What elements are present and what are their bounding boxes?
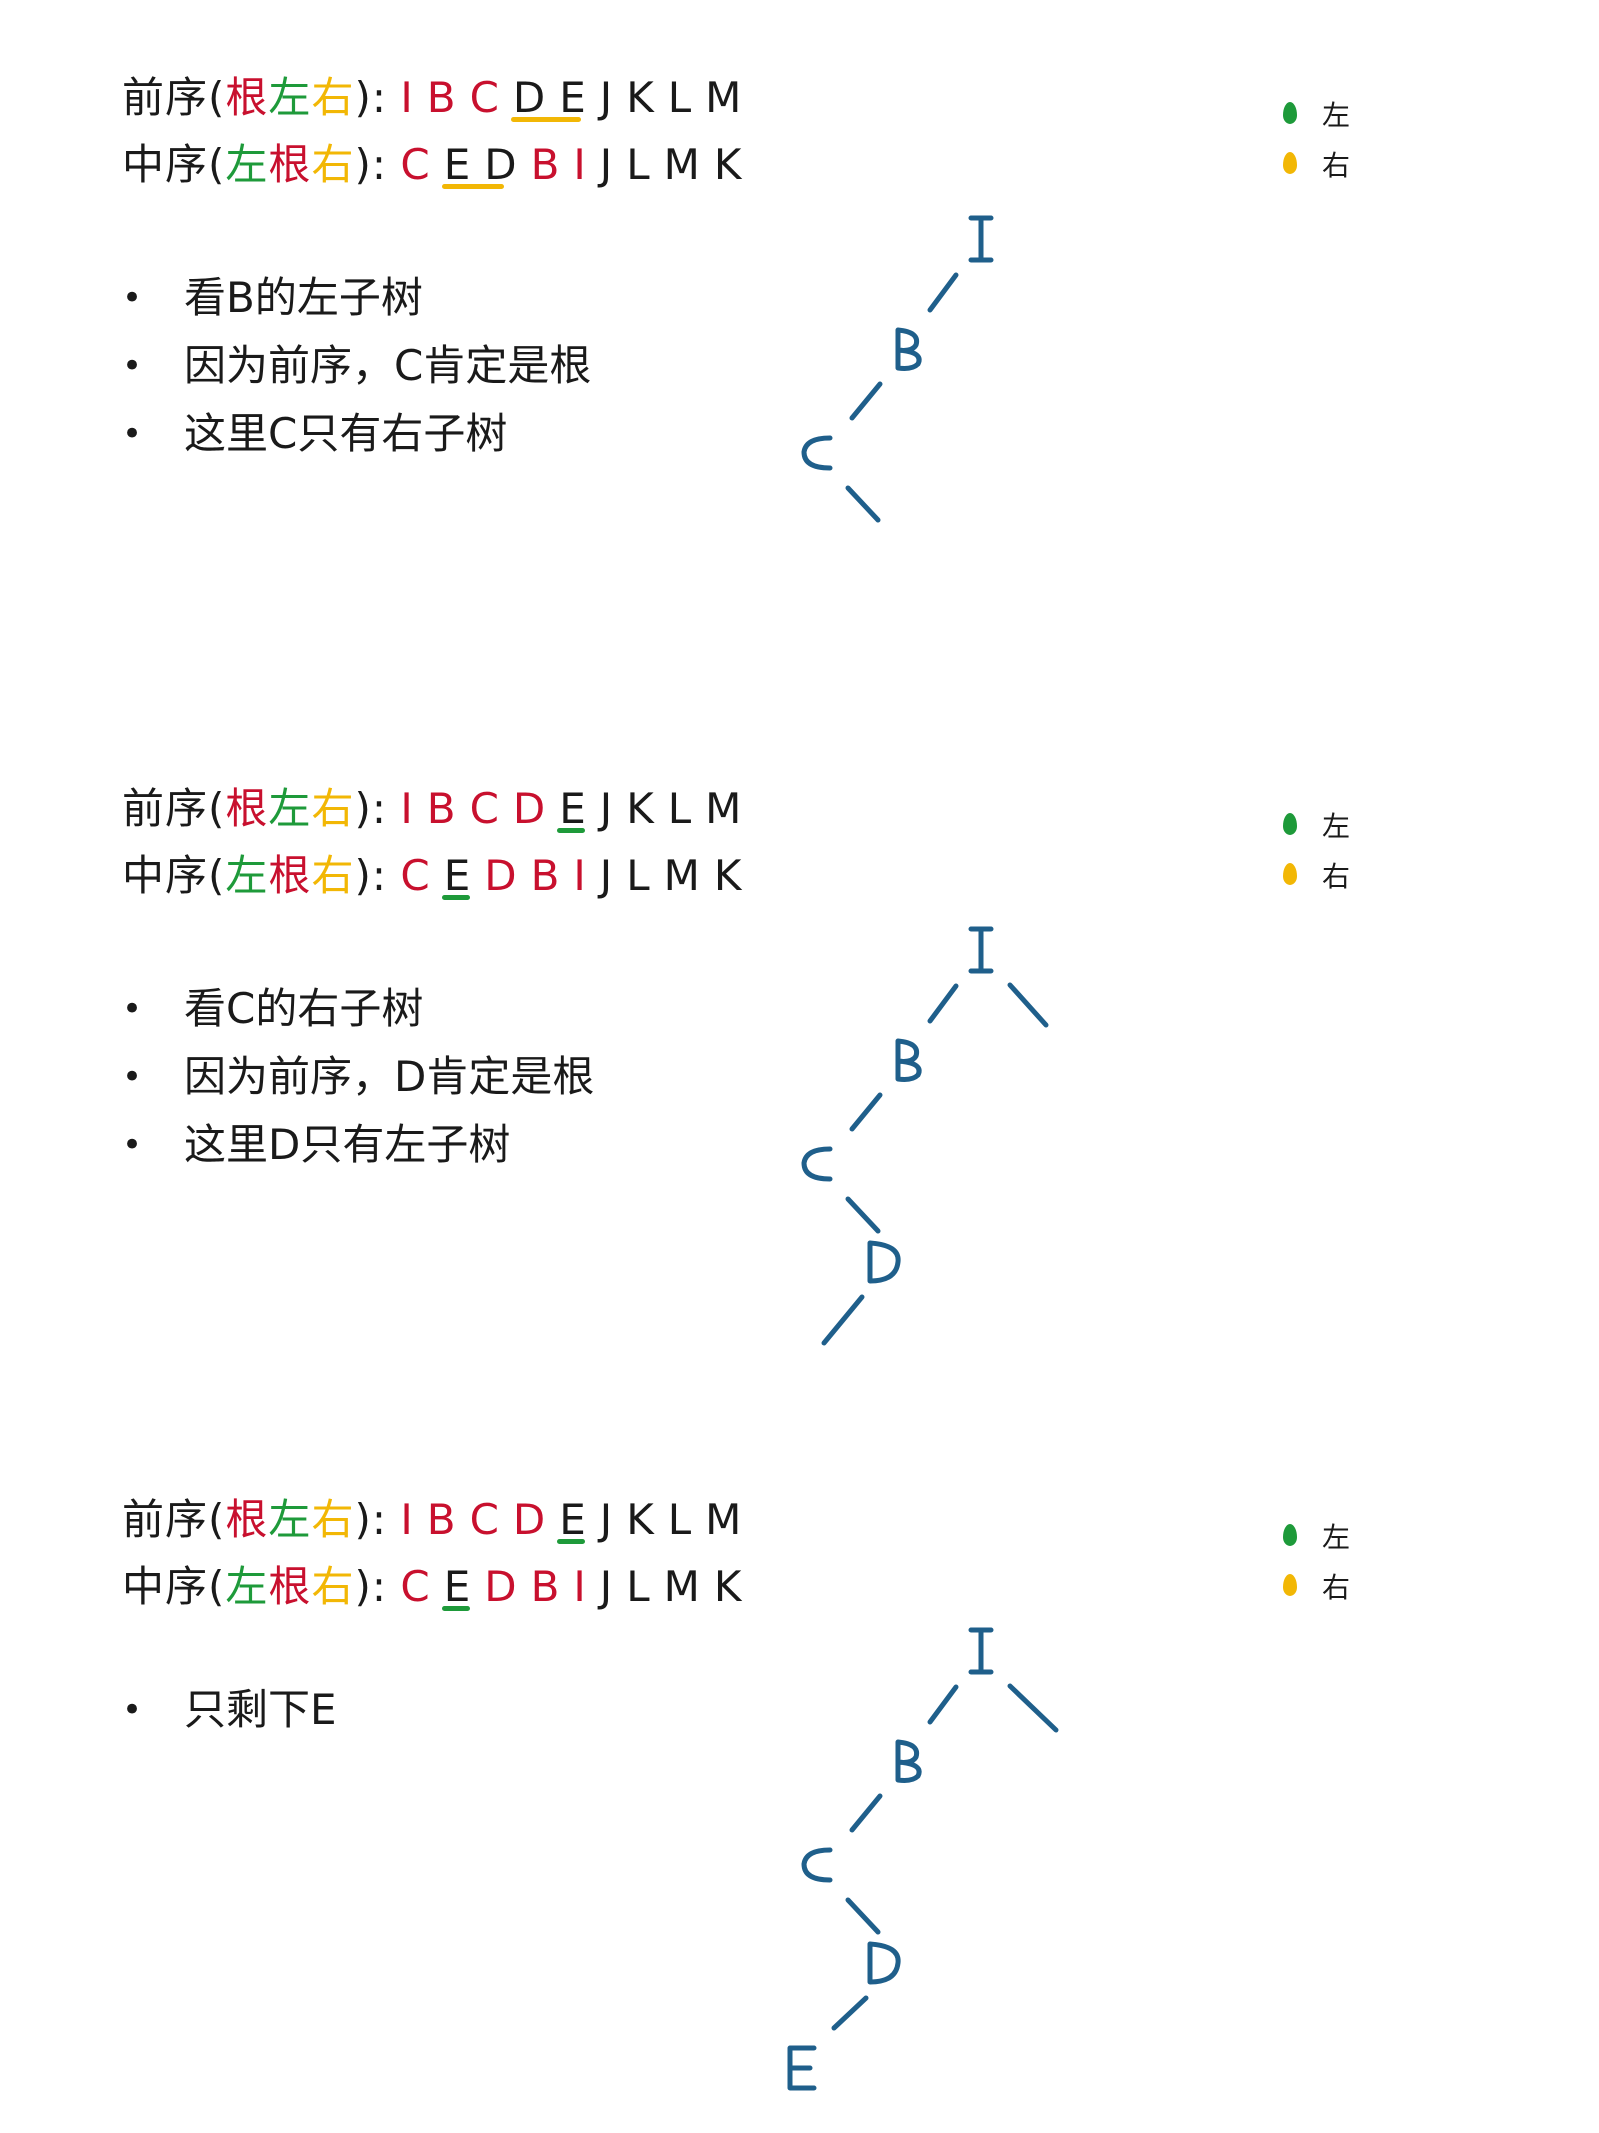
tree-node-C xyxy=(801,1146,833,1182)
green-leaf-icon xyxy=(1283,1524,1297,1546)
tree-node-I xyxy=(968,215,994,263)
tree-edge xyxy=(831,1995,869,2031)
color-legend: 左 右 xyxy=(1280,1518,1400,1618)
preorder-label: 前序(根左右): xyxy=(122,784,387,833)
inorder-sequence: CE DBIJLMK xyxy=(400,1562,756,1611)
tree-edge xyxy=(849,381,883,421)
inorder-label: 中序(左根右): xyxy=(122,1562,387,1611)
tree-node-C xyxy=(801,1847,833,1883)
tree-edge xyxy=(927,272,959,313)
preorder-sequence: IBCDEJKLM xyxy=(400,784,756,833)
inorder-line: 中序(左根右): CE DBIJLMK xyxy=(122,1557,755,1617)
preorder-label: 前序(根左右): xyxy=(122,73,387,122)
tree-edge xyxy=(821,1294,865,1346)
tree-node-E xyxy=(787,2045,817,2091)
inorder-label: 中序(左根右): xyxy=(122,851,387,900)
preorder-line: 前序(根左右): IBCDEJKLM xyxy=(122,779,755,839)
yellow-leaf-icon xyxy=(1283,1574,1297,1596)
green-leaf-icon xyxy=(1283,813,1297,835)
inorder-sequence: CE DBIJLMK xyxy=(400,851,756,900)
tree-edge xyxy=(849,1793,883,1833)
tree-node-D xyxy=(867,1941,901,1985)
tree-node-I xyxy=(968,926,994,974)
tree-node-B xyxy=(895,327,922,371)
panel-3: 前序(根左右): IBCDE JKLM 中序(左根右): CE DBIJLMK • 只… xyxy=(0,1422,1599,2133)
color-legend: 左 右 xyxy=(1280,96,1400,196)
tree-edge xyxy=(1007,1683,1059,1733)
preorder-label: 前序(根左右): xyxy=(122,1495,387,1544)
yellow-leaf-icon xyxy=(1283,152,1297,174)
inorder-label: 中序(左根右): xyxy=(122,140,387,189)
inorder-line: 中序(左根右): CE DBIJLMK xyxy=(122,846,755,906)
tree-node-B xyxy=(895,1739,922,1783)
tree-edge xyxy=(845,1196,881,1234)
tree-edge xyxy=(927,1684,959,1725)
inorder-sequence: CE DBIJLMK xyxy=(400,140,756,189)
yellow-leaf-icon xyxy=(1283,863,1297,885)
preorder-line: 前序(根左右): IBCDEJKLM xyxy=(122,1490,755,1550)
color-legend: 左 右 xyxy=(1280,807,1400,907)
tree-node-D xyxy=(867,1240,901,1284)
tree-edge xyxy=(845,485,881,523)
inorder-line: 中序(左根右): CE DBIJLMK xyxy=(122,135,755,195)
legend-right-label: 右 xyxy=(1322,149,1351,182)
binary-tree-diagram xyxy=(801,926,1049,1346)
binary-tree-diagram xyxy=(801,215,994,523)
tree-edge xyxy=(927,983,959,1024)
legend-right-label: 右 xyxy=(1322,1571,1351,1604)
tree-edge xyxy=(1007,982,1049,1028)
tree-node-I xyxy=(968,1627,994,1675)
legend-left-label: 左 xyxy=(1322,810,1351,843)
panel-2: 前序(根左右): IBCDE JKLM 中序(左根右): CE DBIJLMK • 看… xyxy=(0,711,1599,1422)
preorder-sequence: IBCDEJKLM xyxy=(400,73,756,122)
preorder-line: 前序(根左右): IBCDEJKLM xyxy=(122,68,755,128)
tree-node-B xyxy=(895,1038,922,1082)
panel-1: 前序(根左右): IBCD EJKLM 中序(左根右): CE DBIJLMK • 看… xyxy=(0,0,1599,711)
legend-right-label: 右 xyxy=(1322,860,1351,893)
preorder-sequence: IBCDEJKLM xyxy=(400,1495,756,1544)
green-leaf-icon xyxy=(1283,102,1297,124)
legend-left-label: 左 xyxy=(1322,99,1351,132)
tree-edge xyxy=(845,1897,881,1935)
binary-tree-diagram xyxy=(787,1627,1059,2091)
tree-node-C xyxy=(801,435,833,471)
tree-edge xyxy=(849,1092,883,1132)
legend-left-label: 左 xyxy=(1322,1521,1351,1554)
